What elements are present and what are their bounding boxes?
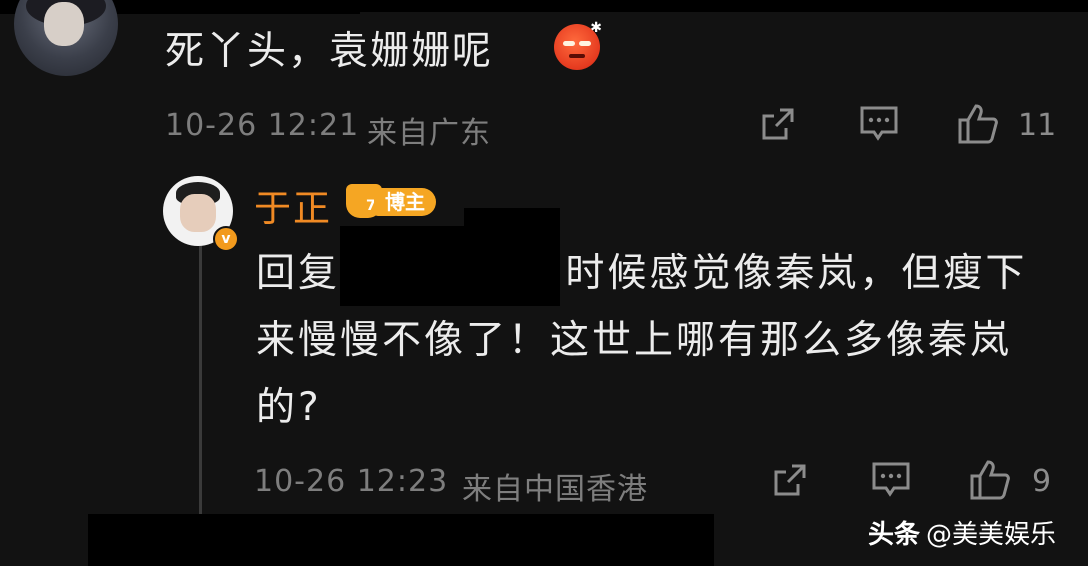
like-icon[interactable] [956, 102, 1000, 146]
reply-like-count: 9 [1032, 464, 1052, 499]
verified-badge-icon: v [213, 226, 239, 252]
share-icon[interactable] [758, 104, 798, 144]
avatar-face [44, 2, 84, 46]
angry-face-emoji: ✱ [554, 20, 602, 70]
reply-author-name[interactable]: 于正 [254, 178, 332, 232]
watermark-brand: 头条 [868, 520, 921, 550]
redaction-block-a [340, 226, 474, 306]
share-icon[interactable] [770, 460, 810, 500]
reply-location: 来自中国香港 [462, 472, 648, 507]
watermark: 头条 @美美娱乐 [868, 514, 1056, 551]
redaction-block-b [464, 208, 560, 306]
top-comment-location: 来自广东 [367, 116, 491, 151]
comment-screen: 死丫头，袁姗姗呢 ✱ 10-26 12:21 来自广东 11 v 于正 7 博主… [0, 0, 1088, 566]
reply-timestamp: 10-26 12:23 [254, 464, 449, 499]
emoji-mouth [569, 54, 585, 58]
top-comment-like-count: 11 [1018, 108, 1057, 143]
emoji-left-eye [563, 41, 575, 46]
comment-icon[interactable] [858, 102, 900, 144]
top-comment-timestamp: 10-26 12:21 [165, 108, 360, 143]
blogger-badge: 7 博主 [346, 184, 436, 218]
avatar-face [180, 194, 216, 232]
reply-thread-line [199, 246, 202, 516]
redaction-bar-bottom [88, 514, 714, 566]
emoji-anger-mark: ✱ [590, 20, 602, 36]
top-commenter-avatar[interactable] [14, 0, 118, 76]
like-icon[interactable] [968, 458, 1012, 502]
top-comment-text: 死丫头，袁姗姗呢 [165, 29, 494, 74]
emoji-right-eye [579, 41, 591, 46]
watermark-account: @美美娱乐 [926, 520, 1057, 550]
badge-label: 博主 [374, 188, 436, 216]
comment-icon[interactable] [870, 458, 912, 500]
